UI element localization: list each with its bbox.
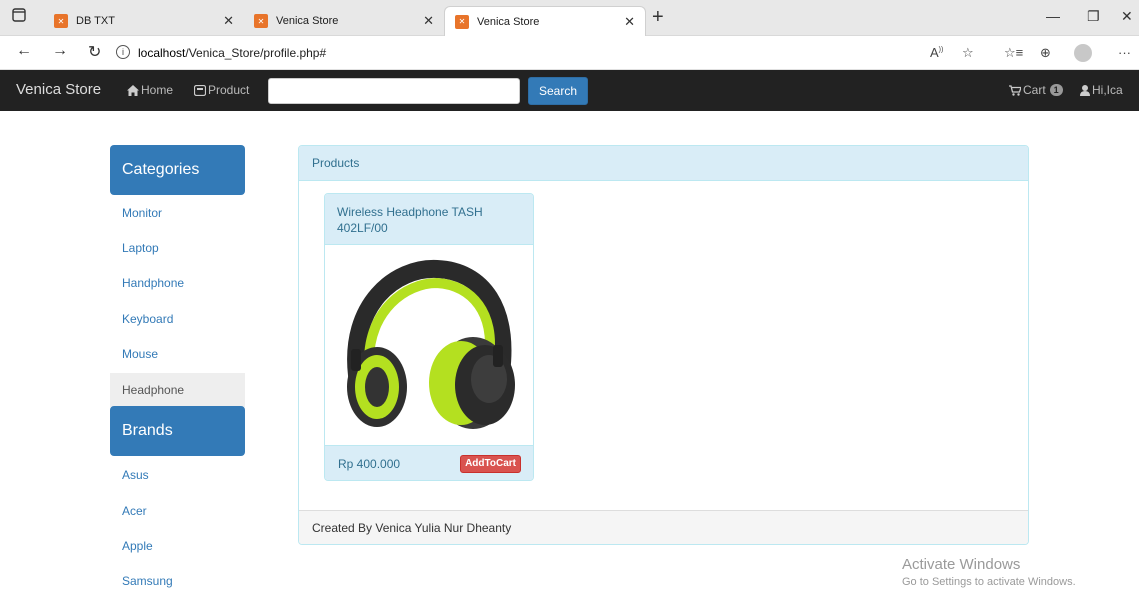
home-icon	[127, 84, 139, 96]
tab-label: Venica Store	[276, 15, 339, 27]
product-footer: Rp 400.000 AddToCart	[325, 445, 533, 480]
more-icon[interactable]: ···	[1118, 45, 1131, 60]
xampp-icon: ✕	[254, 14, 268, 28]
products-footer: Created By Venica Yulia Nur Dheanty	[299, 510, 1028, 544]
product-card: Wireless Headphone TASH 402LF/00 Rp 400.…	[324, 193, 534, 481]
nav-product[interactable]: Product	[194, 83, 249, 97]
nav-home-label: Home	[141, 83, 174, 97]
category-laptop[interactable]: Laptop	[110, 231, 245, 265]
watermark-subtitle: Go to Settings to activate Windows.	[902, 576, 1076, 588]
profile-avatar[interactable]	[1074, 44, 1092, 62]
products-heading: Products	[299, 146, 1028, 181]
cart-count-badge: 1	[1049, 84, 1063, 96]
user-icon	[1080, 84, 1090, 96]
xampp-icon: ✕	[54, 14, 68, 28]
brand-samsung[interactable]: Samsung	[110, 564, 245, 598]
url-host: localhost	[138, 46, 186, 60]
add-favorite-icon[interactable]: ☆	[962, 45, 974, 61]
tab-label: Venica Store	[477, 15, 540, 28]
forward-icon[interactable]: →	[52, 42, 68, 60]
search-input[interactable]	[268, 78, 520, 104]
brand-apple[interactable]: Apple	[110, 529, 245, 563]
categories-heading: Categories	[110, 145, 245, 195]
brand-link[interactable]: Venica Store	[16, 81, 101, 98]
minimize-icon[interactable]: —	[1046, 8, 1060, 24]
product-name[interactable]: Wireless Headphone TASH 402LF/00	[325, 194, 533, 245]
collections-icon[interactable]: ⊕	[1040, 45, 1051, 61]
new-tab-icon[interactable]: +	[652, 6, 664, 29]
products-panel: Products Wireless Headphone TASH 402LF/0…	[298, 145, 1029, 545]
site-navbar: Venica Store Home Product Search Cart 1 …	[0, 70, 1139, 111]
tab-actions-icon[interactable]	[12, 8, 32, 28]
nav-home[interactable]: Home	[127, 83, 173, 97]
tab-venica-store-active[interactable]: ✕ Venica Store ✕	[444, 6, 646, 36]
xampp-icon: ✕	[455, 14, 469, 29]
brands-heading: Brands	[110, 406, 245, 456]
cart-icon	[1009, 84, 1021, 96]
category-headphone[interactable]: Headphone	[110, 373, 245, 407]
read-aloud-icon[interactable]: A))	[930, 45, 943, 60]
url-field[interactable]: localhost/Venica_Store/profile.php#	[138, 46, 326, 60]
favorites-icon[interactable]: ☆≡	[1004, 45, 1023, 61]
category-keyboard[interactable]: Keyboard	[110, 302, 245, 336]
back-icon[interactable]: ←	[16, 42, 32, 60]
nav-product-label: Product	[208, 83, 250, 97]
close-icon[interactable]: ✕	[223, 13, 234, 29]
restore-icon[interactable]: ❐	[1087, 8, 1100, 25]
add-to-cart-button[interactable]: AddToCart	[460, 455, 521, 473]
nav-cart[interactable]: Cart 1	[1009, 83, 1063, 97]
search-button[interactable]: Search	[528, 77, 588, 105]
url-path: /Venica_Store/profile.php#	[185, 46, 327, 60]
product-icon	[194, 84, 206, 96]
category-mouse[interactable]: Mouse	[110, 337, 245, 371]
product-image[interactable]	[325, 245, 533, 445]
address-bar: ← → ↻ i localhost/Venica_Store/profile.p…	[0, 36, 1139, 70]
headphone-image	[347, 259, 515, 429]
nav-cart-label: Cart	[1023, 83, 1046, 97]
nav-user[interactable]: Hi,Ica	[1080, 83, 1123, 97]
watermark-title: Activate Windows	[902, 556, 1021, 573]
activate-windows-watermark: Activate Windows Go to Settings to activ…	[902, 556, 1076, 588]
tab-db-txt[interactable]: ✕ DB TXT ✕	[44, 6, 244, 36]
category-monitor[interactable]: Monitor	[110, 196, 245, 230]
window-close-icon[interactable]: ✕	[1121, 8, 1133, 25]
brand-asus[interactable]: Asus	[110, 458, 245, 492]
close-icon[interactable]: ✕	[624, 14, 635, 30]
tab-venica-store[interactable]: ✕ Venica Store ✕	[244, 6, 444, 36]
info-icon[interactable]: i	[116, 45, 130, 59]
brand-acer[interactable]: Acer	[110, 494, 245, 528]
refresh-icon[interactable]: ↻	[88, 42, 101, 62]
nav-user-label: Hi,Ica	[1092, 83, 1123, 97]
tab-label: DB TXT	[76, 15, 115, 27]
close-icon[interactable]: ✕	[423, 13, 434, 29]
category-handphone[interactable]: Handphone	[110, 266, 245, 300]
product-price: Rp 400.000	[338, 457, 401, 471]
browser-tab-strip: ✕ DB TXT ✕ ✕ Venica Store ✕ ✕ Venica Sto…	[0, 0, 1139, 36]
